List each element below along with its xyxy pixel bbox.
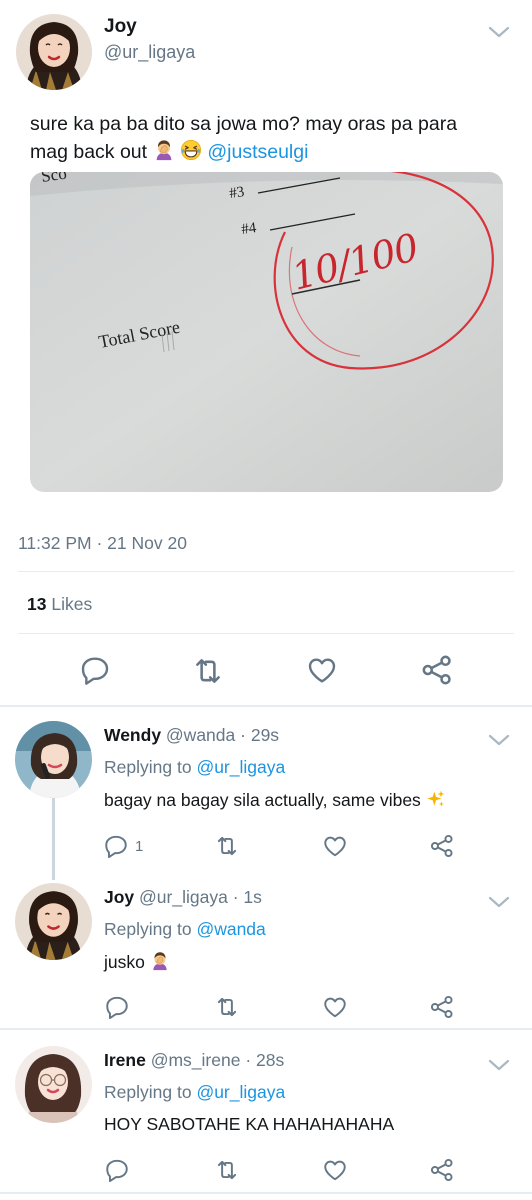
divider: [18, 633, 514, 634]
replying-label: Replying to: [104, 919, 192, 939]
reply-icon: [103, 833, 129, 859]
like-icon[interactable]: [306, 654, 338, 686]
replying-to-link[interactable]: @ur_ligaya: [196, 757, 285, 777]
reply-text-content: HOY SABOTAHE KA HAHAHAHAHA: [104, 1114, 395, 1134]
avatar-irene[interactable]: [15, 1046, 92, 1123]
paper-label-3: #3: [228, 184, 245, 202]
reply-button[interactable]: 1: [103, 833, 143, 859]
chevron-down-icon[interactable]: [487, 733, 511, 747]
sparkles-emoji: [426, 789, 446, 809]
reply-icon[interactable]: [79, 654, 111, 686]
share-icon[interactable]: [429, 833, 455, 859]
reply-author-name[interactable]: Irene: [104, 1050, 146, 1070]
replying-to: Replying to @ur_ligaya: [104, 757, 285, 778]
reply-icon[interactable]: [104, 994, 130, 1020]
replying-to-link[interactable]: @wanda: [196, 919, 265, 939]
divider: [0, 1028, 532, 1030]
divider: [18, 571, 514, 572]
tweet-text: sure ka pa ba dito sa jowa mo? may oras …: [30, 110, 520, 166]
retweet-icon[interactable]: [214, 1157, 240, 1183]
reply-header: Wendy @wanda · 29s: [104, 725, 279, 746]
tweet-image[interactable]: Sco #3 #4 Total Score 10/100: [30, 172, 503, 492]
tweet-text-line2: mag back out @justseulgi: [30, 138, 520, 166]
reply-icon[interactable]: [104, 1157, 130, 1183]
reply-text: bagay na bagay sila actually, same vibes: [104, 789, 446, 811]
thread-line: [52, 798, 55, 880]
tweet-text-line1: sure ka pa ba dito sa jowa mo? may oras …: [30, 113, 458, 135]
divider: [0, 1192, 532, 1194]
paper-label-4: #4: [240, 220, 258, 238]
chevron-down-icon[interactable]: [487, 25, 511, 39]
tweet-timestamp[interactable]: 11:32 PM · 21 Nov 20: [18, 533, 187, 554]
reply-time[interactable]: · 28s: [245, 1050, 284, 1070]
replying-to-link[interactable]: @ur_ligaya: [196, 1082, 285, 1102]
mention-link[interactable]: @justseulgi: [207, 141, 308, 163]
replying-to: Replying to @ur_ligaya: [104, 1082, 285, 1103]
reply-author-name[interactable]: Joy: [104, 887, 134, 907]
like-icon[interactable]: [322, 833, 348, 859]
replying-to: Replying to @wanda: [104, 919, 266, 940]
reply-header: Joy @ur_ligaya · 1s: [104, 887, 262, 908]
avatar-wendy[interactable]: [15, 721, 92, 798]
retweet-icon[interactable]: [214, 833, 240, 859]
like-icon[interactable]: [322, 994, 348, 1020]
reply-author-name[interactable]: Wendy: [104, 725, 161, 745]
share-icon[interactable]: [429, 994, 455, 1020]
reply-author-handle[interactable]: @ur_ligaya: [139, 887, 228, 907]
reply-text-content: jusko: [104, 952, 145, 972]
share-icon[interactable]: [420, 653, 454, 687]
chevron-down-icon[interactable]: [487, 1058, 511, 1072]
reply-time[interactable]: · 1s: [233, 887, 262, 907]
share-icon[interactable]: [429, 1157, 455, 1183]
tweet-text-line2-prefix: mag back out: [30, 141, 148, 163]
like-icon[interactable]: [322, 1157, 348, 1183]
grinning-squinting-face-emoji: [180, 139, 202, 161]
author-name[interactable]: Joy: [104, 16, 137, 38]
person-facepalming-emoji: [150, 951, 170, 971]
reply-text: jusko: [104, 951, 170, 973]
reply-text-content: bagay na bagay sila actually, same vibes: [104, 790, 421, 810]
avatar-joy[interactable]: [15, 883, 92, 960]
chevron-down-icon[interactable]: [487, 895, 511, 909]
retweet-icon[interactable]: [214, 994, 240, 1020]
replying-label: Replying to: [104, 1082, 192, 1102]
likes-count: 13: [27, 594, 47, 614]
likes-label: Likes: [51, 594, 93, 614]
reply-count: 1: [135, 837, 144, 855]
person-facepalming-emoji: [153, 139, 175, 161]
reply-author-handle[interactable]: @ms_irene: [151, 1050, 241, 1070]
reply-text: HOY SABOTAHE KA HAHAHAHAHA: [104, 1114, 394, 1135]
likes-stat[interactable]: 13 Likes: [27, 594, 92, 615]
divider: [0, 705, 532, 707]
reply-time[interactable]: · 29s: [240, 725, 279, 745]
author-handle[interactable]: @ur_ligaya: [104, 42, 195, 63]
replying-label: Replying to: [104, 757, 192, 777]
reply-author-handle[interactable]: @wanda: [166, 725, 235, 745]
avatar-joy[interactable]: [16, 14, 92, 90]
retweet-icon[interactable]: [191, 654, 225, 688]
reply-header: Irene @ms_irene · 28s: [104, 1050, 284, 1071]
